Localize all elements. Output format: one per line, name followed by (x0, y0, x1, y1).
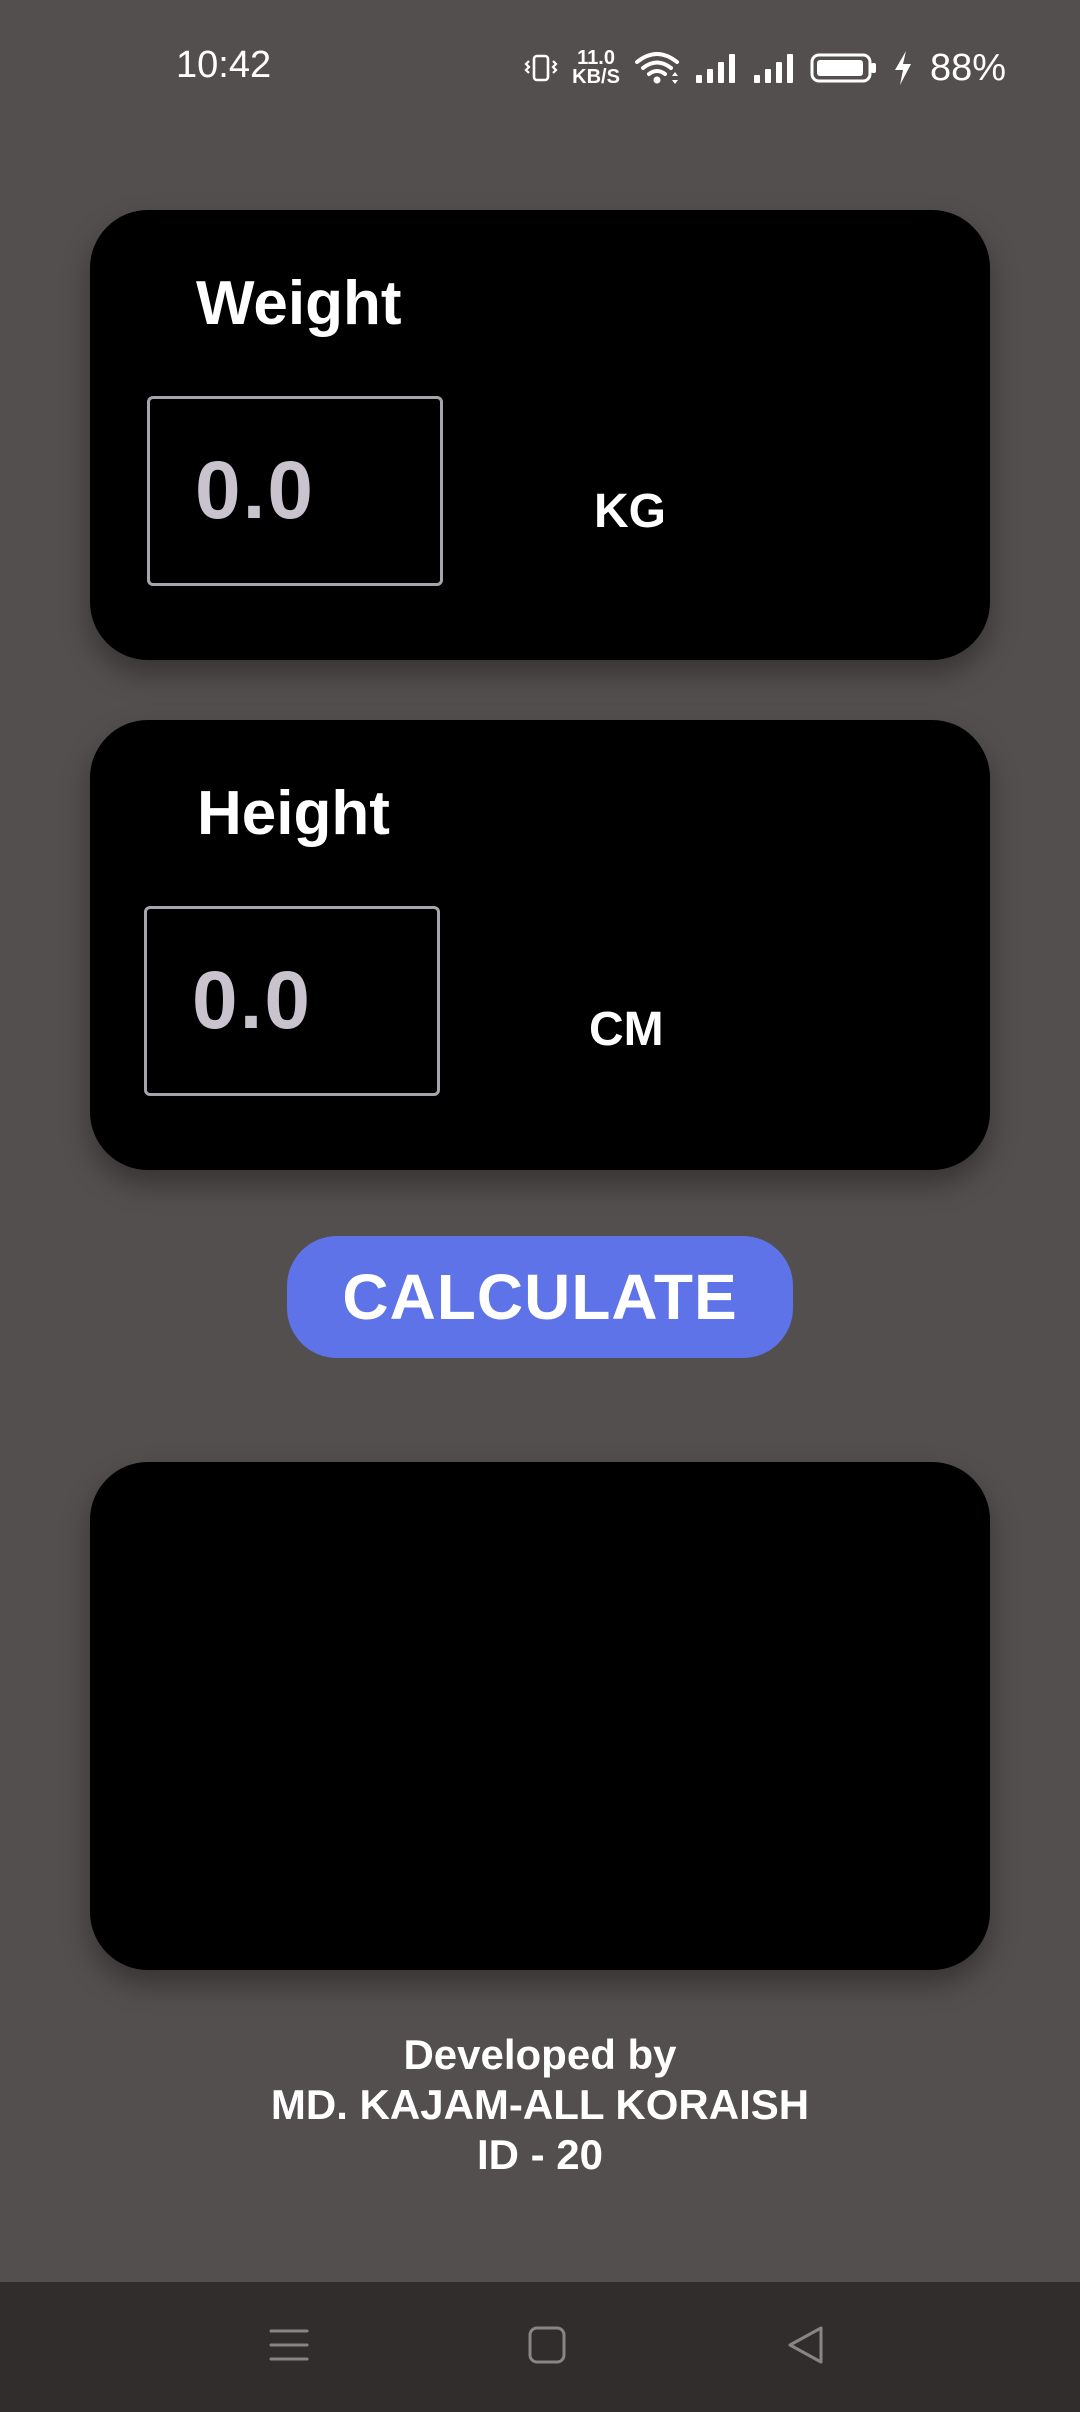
height-label: Height (197, 779, 390, 848)
credits-line-name: MD. KAJAM-ALL KORAISH (270, 2081, 810, 2128)
weight-label: Weight (196, 269, 402, 338)
height-card: Height 0.0 CM (90, 720, 990, 1170)
developer-credits: Developed by MD. KAJAM-ALL KORAISH ID - … (0, 2030, 1080, 2180)
back-icon (785, 2324, 825, 2371)
height-input[interactable]: 0.0 (144, 906, 440, 1096)
calculate-button[interactable]: CALCULATE (287, 1236, 793, 1358)
credits-line-developed-by: Developed by (403, 2031, 677, 2078)
battery-percent: 88% (929, 46, 1006, 89)
weight-card: Weight 0.0 KG (90, 210, 990, 660)
status-icons: 11.0 KB/S 88% (524, 44, 1006, 92)
net-speed: 11.0 KB/S (572, 48, 620, 88)
menu-button[interactable] (224, 2282, 354, 2412)
weight-unit: KG (594, 485, 666, 538)
credits-line-id: ID - 20 (476, 2131, 604, 2178)
home-icon (527, 2325, 567, 2370)
charging-icon (892, 50, 914, 86)
signal-icon (752, 51, 796, 85)
weight-value: 0.0 (195, 445, 315, 536)
status-bar: 10:42 11.0 KB/S 88% (0, 0, 1080, 140)
wifi-icon (634, 50, 680, 86)
battery-icon (810, 51, 878, 85)
status-time: 10:42 (176, 44, 272, 86)
navigation-bar (0, 2282, 1080, 2412)
net-speed-unit: KB/S (572, 66, 620, 88)
menu-icon (268, 2325, 310, 2370)
vibrate-icon (524, 51, 558, 85)
height-unit: CM (589, 1003, 664, 1056)
signal-icon (694, 51, 738, 85)
height-value: 0.0 (192, 955, 312, 1046)
result-card (90, 1462, 990, 1970)
back-button[interactable] (740, 2282, 870, 2412)
home-button[interactable] (482, 2282, 612, 2412)
weight-input[interactable]: 0.0 (147, 396, 443, 586)
